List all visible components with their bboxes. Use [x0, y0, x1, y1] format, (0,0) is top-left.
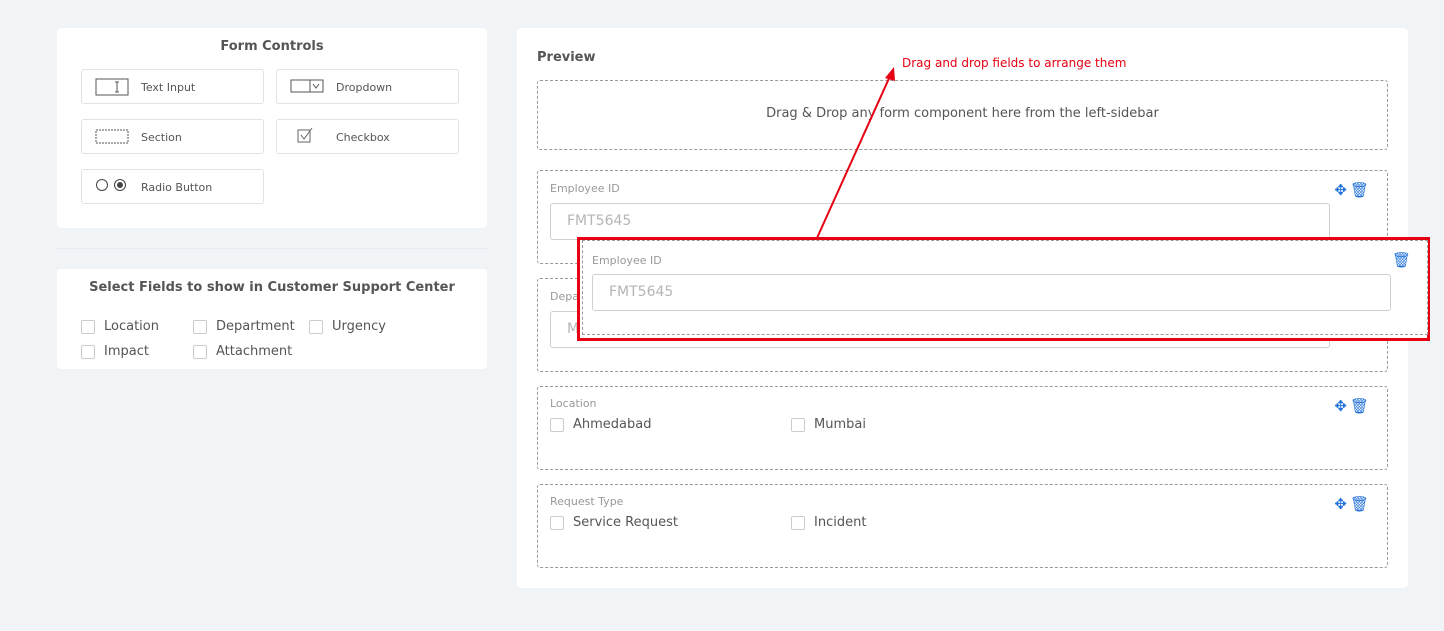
annotation-text: Drag and drop fields to arrange them — [902, 56, 1127, 70]
annotation-arrow — [816, 67, 895, 239]
